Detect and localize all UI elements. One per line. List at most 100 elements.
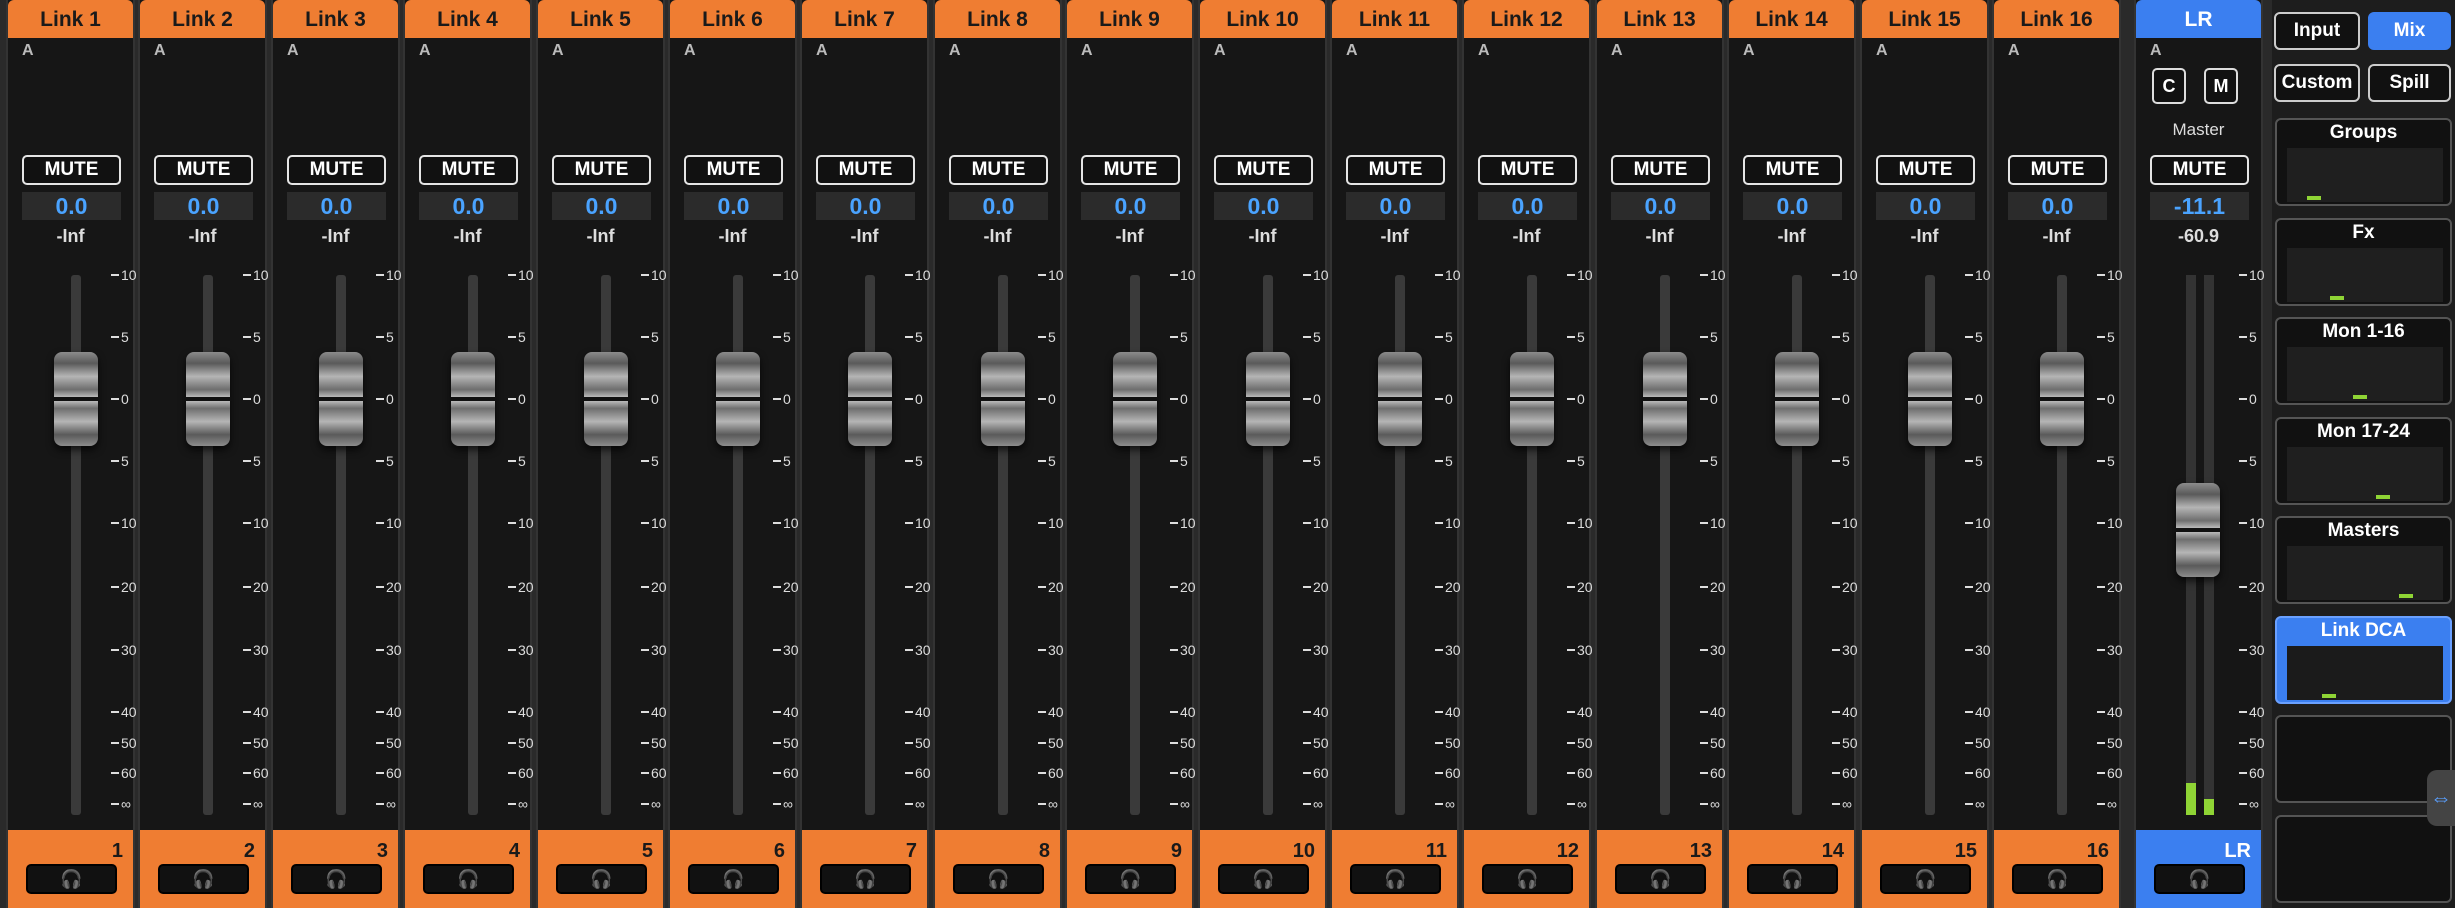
spill-button[interactable]: Spill	[2368, 64, 2451, 102]
channel-name[interactable]: Link 8	[935, 0, 1060, 38]
solo-button[interactable]: 🎧	[2154, 864, 2245, 894]
solo-button[interactable]: 🎧	[1350, 864, 1441, 894]
channel-name[interactable]: Link 2	[140, 0, 265, 38]
solo-button[interactable]: 🎧	[423, 864, 514, 894]
gain-readout[interactable]: 0.0	[552, 192, 651, 220]
mute-button[interactable]: MUTE	[2008, 155, 2107, 185]
gain-readout[interactable]: 0.0	[1876, 192, 1975, 220]
solo-button[interactable]: 🎧	[1482, 864, 1573, 894]
fader-handle[interactable]	[846, 352, 894, 447]
input-button[interactable]: Input	[2274, 12, 2360, 50]
fader-handle[interactable]	[317, 352, 365, 447]
layer-button[interactable]	[2275, 715, 2452, 803]
layer-button[interactable]: Groups	[2275, 118, 2452, 206]
fader-handle[interactable]	[1508, 352, 1556, 447]
gain-readout[interactable]: 0.0	[1346, 192, 1445, 220]
mix-button[interactable]: Mix	[2368, 12, 2451, 50]
gain-readout[interactable]: -11.1	[2150, 192, 2249, 220]
mute-button[interactable]: MUTE	[949, 155, 1048, 185]
fader-handle[interactable]	[979, 352, 1027, 447]
layer-button[interactable]: Masters	[2275, 516, 2452, 604]
channel-name[interactable]: Link 1	[8, 0, 133, 38]
channel-name[interactable]: Link 16	[1994, 0, 2119, 38]
gain-readout[interactable]: 0.0	[1611, 192, 1710, 220]
mute-button[interactable]: MUTE	[1081, 155, 1180, 185]
gain-readout[interactable]: 0.0	[1214, 192, 1313, 220]
mute-button[interactable]: MUTE	[1743, 155, 1842, 185]
fader-handle[interactable]	[1906, 352, 1954, 447]
solo-button[interactable]: 🎧	[688, 864, 779, 894]
solo-button[interactable]: 🎧	[291, 864, 382, 894]
solo-button[interactable]: 🎧	[158, 864, 249, 894]
fader-handle[interactable]	[1641, 352, 1689, 447]
channel-name[interactable]: Link 10	[1200, 0, 1325, 38]
mute-button[interactable]: MUTE	[419, 155, 518, 185]
channel-name[interactable]: Link 5	[538, 0, 663, 38]
fader-handle[interactable]	[1111, 352, 1159, 447]
gain-readout[interactable]: 0.0	[154, 192, 253, 220]
solo-button[interactable]: 🎧	[556, 864, 647, 894]
mute-button[interactable]: MUTE	[2150, 155, 2249, 185]
fader-handle[interactable]	[2038, 352, 2086, 447]
gain-readout[interactable]: 0.0	[684, 192, 783, 220]
gain-readout[interactable]: 0.0	[22, 192, 121, 220]
solo-button[interactable]: 🎧	[1747, 864, 1838, 894]
fader-handle[interactable]	[52, 352, 100, 447]
fader-handle[interactable]	[1773, 352, 1821, 447]
channel-name[interactable]: Link 12	[1464, 0, 1589, 38]
gain-readout[interactable]: 0.0	[287, 192, 386, 220]
gain-readout[interactable]: 0.0	[1478, 192, 1577, 220]
solo-button[interactable]: 🎧	[1218, 864, 1309, 894]
layer-button[interactable]: Fx	[2275, 217, 2452, 306]
gain-readout[interactable]: 0.0	[949, 192, 1048, 220]
channel-name[interactable]: Link 3	[273, 0, 398, 38]
fader-handle[interactable]	[582, 352, 630, 447]
channel-name[interactable]: Link 4	[405, 0, 530, 38]
solo-button[interactable]: 🎧	[953, 864, 1044, 894]
mute-button[interactable]: MUTE	[287, 155, 386, 185]
mute-button[interactable]: MUTE	[22, 155, 121, 185]
custom-button[interactable]: Custom	[2274, 64, 2360, 102]
mute-button[interactable]: MUTE	[1876, 155, 1975, 185]
mute-button[interactable]: MUTE	[1611, 155, 1710, 185]
gain-readout[interactable]: 0.0	[1081, 192, 1180, 220]
gain-readout[interactable]: 0.0	[2008, 192, 2107, 220]
channel-name[interactable]: Link 6	[670, 0, 795, 38]
solo-button[interactable]: 🎧	[1615, 864, 1706, 894]
fader-handle[interactable]	[714, 352, 762, 447]
c-button[interactable]: C	[2152, 68, 2186, 104]
gain-readout[interactable]: 0.0	[1743, 192, 1842, 220]
sidebar-scroll-handle[interactable]: ⇔	[2427, 770, 2455, 826]
fader-handle[interactable]	[2174, 483, 2222, 578]
mute-button[interactable]: MUTE	[552, 155, 651, 185]
channel-name[interactable]: Link 13	[1597, 0, 1722, 38]
fader-handle[interactable]	[184, 352, 232, 447]
solo-button[interactable]: 🎧	[820, 864, 911, 894]
solo-button[interactable]: 🎧	[1880, 864, 1971, 894]
layer-button[interactable]	[2275, 814, 2452, 903]
layer-button[interactable]: Link DCA	[2275, 615, 2452, 704]
solo-button[interactable]: 🎧	[2012, 864, 2103, 894]
channel-name[interactable]: Link 7	[802, 0, 927, 38]
channel-name[interactable]: Link 11	[1332, 0, 1457, 38]
mute-button[interactable]: MUTE	[816, 155, 915, 185]
fader-handle[interactable]	[1244, 352, 1292, 447]
master-name[interactable]: LR	[2136, 0, 2261, 38]
mute-button[interactable]: MUTE	[1478, 155, 1577, 185]
fader-handle[interactable]	[449, 352, 497, 447]
fader-handle[interactable]	[1376, 352, 1424, 447]
gain-readout[interactable]: 0.0	[419, 192, 518, 220]
mute-button[interactable]: MUTE	[1214, 155, 1313, 185]
mute-button[interactable]: MUTE	[684, 155, 783, 185]
channel-name[interactable]: Link 14	[1729, 0, 1854, 38]
gain-readout[interactable]: 0.0	[816, 192, 915, 220]
solo-button[interactable]: 🎧	[1085, 864, 1176, 894]
mute-button[interactable]: MUTE	[154, 155, 253, 185]
layer-button[interactable]: Mon 17-24	[2275, 416, 2452, 505]
solo-button[interactable]: 🎧	[26, 864, 117, 894]
channel-name[interactable]: Link 9	[1067, 0, 1192, 38]
mute-button[interactable]: MUTE	[1346, 155, 1445, 185]
layer-button[interactable]: Mon 1-16	[2275, 317, 2452, 405]
m-button[interactable]: M	[2204, 68, 2238, 104]
channel-name[interactable]: Link 15	[1862, 0, 1987, 38]
